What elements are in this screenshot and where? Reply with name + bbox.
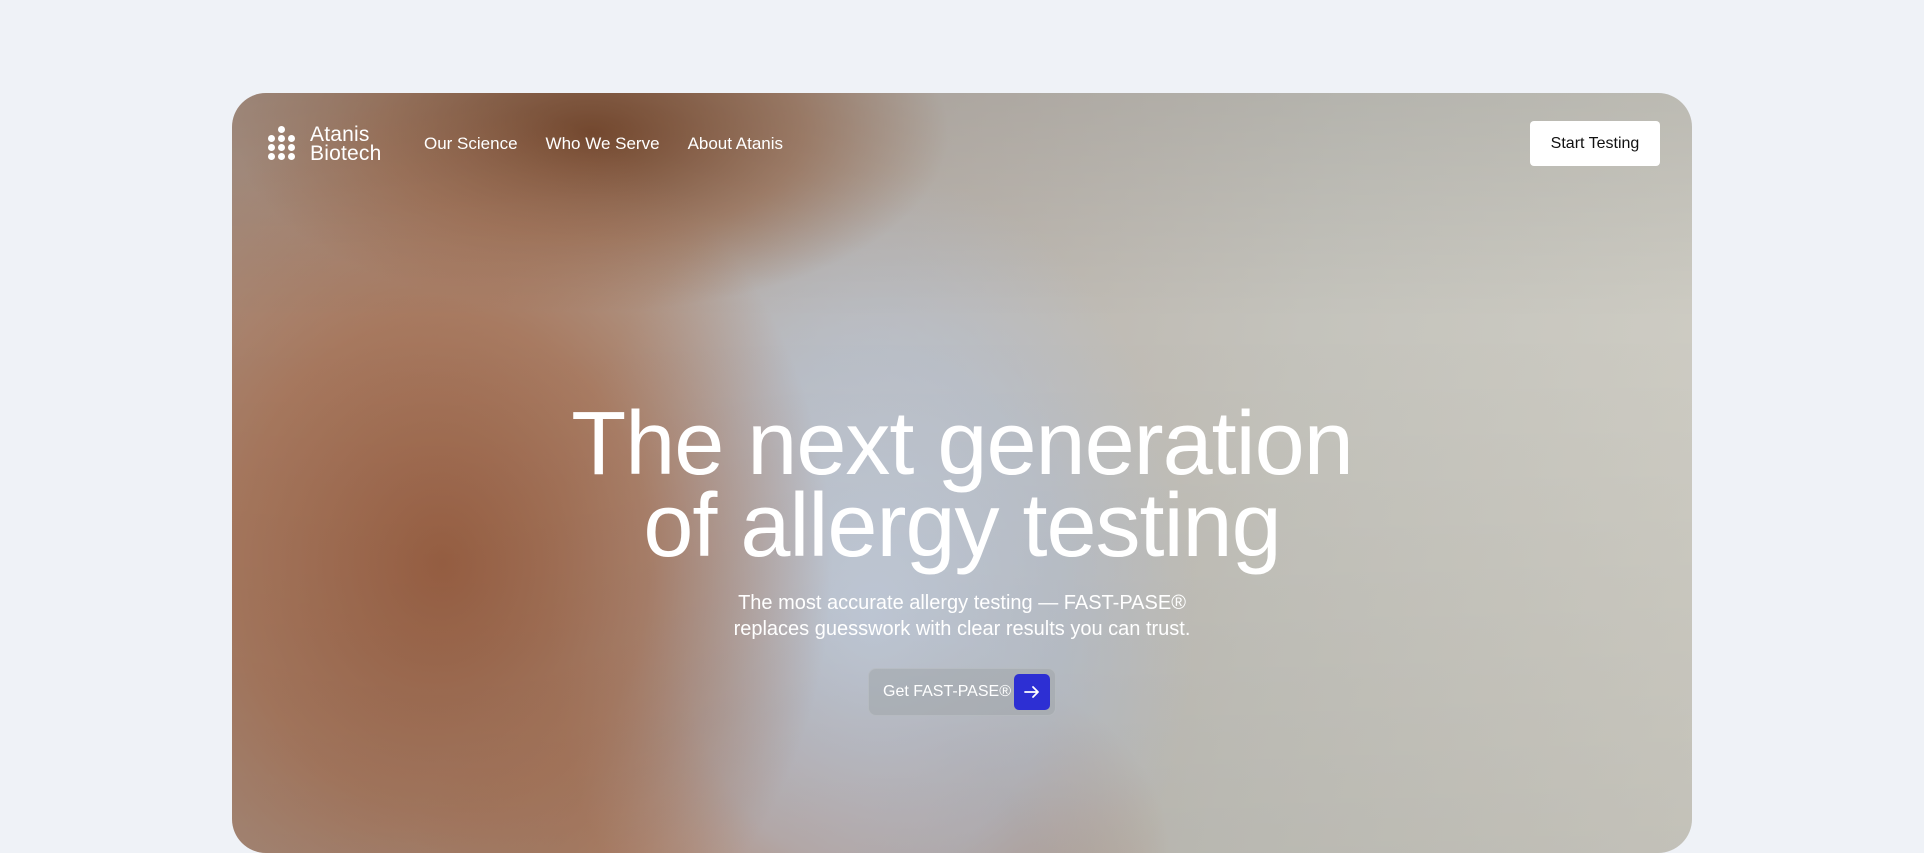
- nav-links: Our Science Who We Serve About Atanis: [424, 134, 783, 154]
- brand-name: Atanis Biotech: [310, 124, 382, 165]
- nav-link-about-atanis[interactable]: About Atanis: [688, 134, 783, 154]
- brand-name-line2: Biotech: [310, 142, 382, 165]
- get-fast-pase-button[interactable]: Get FAST-PASE®: [868, 668, 1056, 716]
- hero-section: Atanis Biotech Our Science Who We Serve …: [232, 93, 1692, 853]
- nav-link-who-we-serve[interactable]: Who We Serve: [546, 134, 660, 154]
- hero-subtitle-line2: replaces guesswork with clear results yo…: [733, 618, 1191, 640]
- hero-subtitle-line1: The most accurate allergy testing — FAST…: [738, 592, 1186, 614]
- nav-link-our-science[interactable]: Our Science: [424, 134, 518, 154]
- hero-title-line1: The next generation: [571, 394, 1354, 494]
- brand-logo[interactable]: Atanis Biotech: [264, 124, 382, 165]
- start-testing-button[interactable]: Start Testing: [1530, 121, 1660, 166]
- hero-subtitle: The most accurate allergy testing — FAST…: [232, 590, 1692, 642]
- logo-dots-icon: [264, 126, 300, 162]
- get-fast-pase-label: Get FAST-PASE®: [883, 683, 1011, 700]
- arrow-right-icon: [1014, 674, 1050, 710]
- top-nav: Atanis Biotech Our Science Who We Serve …: [232, 93, 1692, 193]
- hero-title: The next generation of allergy testing: [232, 394, 1692, 576]
- hero-title-line2: of allergy testing: [643, 476, 1281, 576]
